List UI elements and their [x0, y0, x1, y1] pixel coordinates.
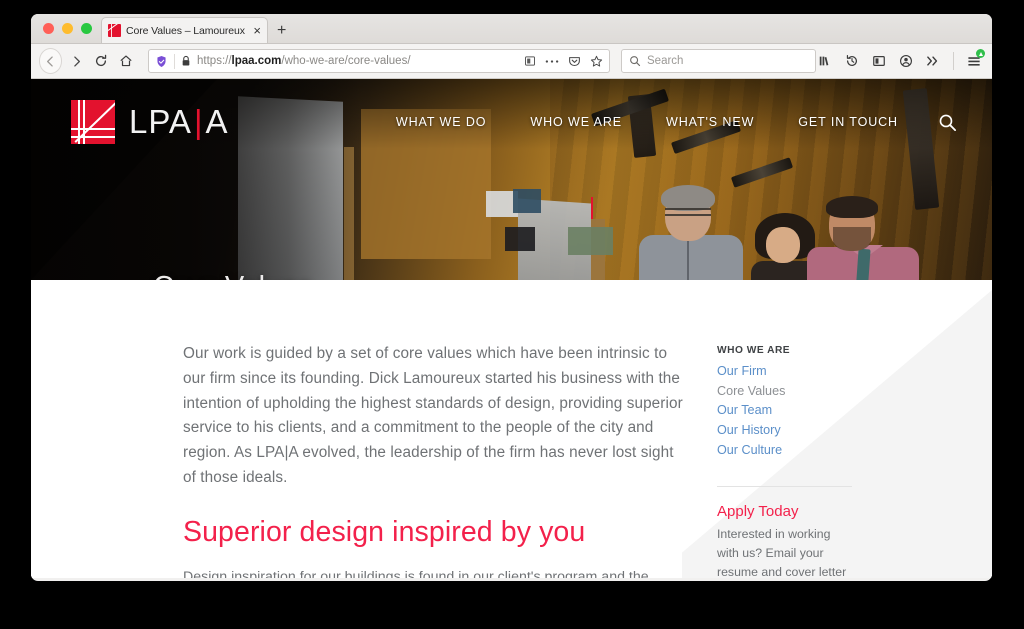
window-controls — [43, 23, 92, 34]
intro-paragraph: Our work is guided by a set of core valu… — [183, 345, 683, 486]
close-window-button[interactable] — [43, 23, 54, 34]
sidebar-divider — [717, 486, 852, 488]
browser-window: Core Values – Lamoureux Pag × + — [31, 14, 992, 581]
logo-letters-right: A — [205, 103, 229, 140]
sidebar-item-our-history[interactable]: Our History — [717, 421, 897, 440]
url-domain: lpaa.com — [231, 55, 282, 67]
home-button[interactable] — [115, 48, 138, 74]
main-navigation: WHAT WE DO WHO WE ARE WHAT'S NEW GET IN … — [374, 111, 992, 133]
nav-item-whats-new[interactable]: WHAT'S NEW — [644, 115, 776, 129]
lock-icon[interactable] — [181, 55, 191, 67]
new-tab-button[interactable]: + — [277, 23, 286, 39]
account-icon[interactable] — [899, 54, 913, 68]
sidebar-item-our-firm[interactable]: Our Firm — [717, 362, 897, 381]
site-logo-text: LPA | A — [129, 103, 229, 141]
nav-item-what-we-do[interactable]: WHAT WE DO — [374, 115, 508, 129]
tab-title: Core Values – Lamoureux Pag — [126, 24, 246, 37]
apply-today-title: Apply Today — [717, 503, 799, 521]
logo-letters-left: LPA — [129, 103, 192, 140]
nav-item-get-in-touch[interactable]: GET IN TOUCH — [776, 115, 920, 129]
url-text: https://lpaa.com/who-we-are/core-values/ — [197, 55, 514, 67]
sidebar-icon[interactable] — [872, 54, 886, 68]
back-button[interactable] — [39, 48, 63, 74]
history-icon[interactable] — [845, 54, 859, 68]
url-scheme: https:// — [197, 55, 232, 67]
person-man-gray-shirt — [639, 185, 743, 280]
forward-button[interactable] — [64, 48, 87, 74]
toolbar-right-icons — [818, 49, 986, 70]
search-placeholder: Search — [647, 55, 684, 67]
bookmark-star-icon[interactable] — [590, 55, 603, 68]
lpaa-favicon — [108, 24, 121, 37]
nav-active-indicator — [591, 197, 593, 219]
site-header: LPA | A WHAT WE DO WHO WE ARE WHAT'S NEW G… — [31, 79, 992, 165]
lpaa-logo-mark — [71, 100, 115, 144]
site-logo[interactable]: LPA | A — [71, 100, 229, 144]
apply-today-text: Interested in working with us? Email you… — [717, 527, 847, 578]
address-bar[interactable]: https://lpaa.com/who-we-are/core-values/ — [148, 49, 611, 73]
content-column: Our work is guided by a set of core valu… — [183, 342, 683, 578]
search-icon — [629, 55, 641, 67]
close-tab-button[interactable]: × — [251, 24, 263, 37]
body-paragraph: Design inspiration for our buildings is … — [183, 568, 649, 578]
library-icon[interactable] — [818, 54, 832, 68]
page-viewport: LPA | A WHAT WE DO WHO WE ARE WHAT'S NEW G… — [31, 79, 992, 578]
sidebar: WHO WE ARE Our Firm Core Values Our Team… — [717, 342, 897, 578]
page-title: Core Values — [153, 271, 313, 280]
address-bar-icons — [524, 55, 603, 68]
sidebar-item-core-values[interactable]: Core Values — [717, 382, 897, 401]
logo-pipe: | — [193, 103, 204, 140]
reader-mode-icon[interactable] — [524, 55, 536, 67]
page-actions-icon[interactable] — [545, 59, 559, 64]
section-headline: Superior design inspired by you — [183, 515, 586, 548]
tracking-protection-shield-icon[interactable] — [155, 55, 168, 68]
hero-section: LPA | A WHAT WE DO WHO WE ARE WHAT'S NEW G… — [31, 79, 992, 280]
minimize-window-button[interactable] — [62, 23, 73, 34]
toolbar-divider — [953, 52, 955, 70]
maximize-window-button[interactable] — [81, 23, 92, 34]
sidebar-kicker: WHO WE ARE — [717, 345, 791, 356]
search-icon[interactable] — [936, 111, 958, 133]
nav-item-who-we-are[interactable]: WHO WE ARE — [508, 115, 644, 129]
hamburger-menu-icon[interactable] — [967, 49, 986, 68]
overflow-chevrons-icon[interactable] — [926, 55, 940, 67]
sidebar-item-our-team[interactable]: Our Team — [717, 401, 897, 420]
pocket-icon[interactable] — [568, 55, 581, 68]
person-man-pink-shirt — [807, 196, 919, 280]
download-badge-icon — [976, 49, 986, 58]
sidebar-item-our-culture[interactable]: Our Culture — [717, 441, 897, 460]
url-path: /who-we-are/core-values/ — [281, 55, 411, 67]
search-bar[interactable]: Search — [621, 49, 817, 73]
browser-tab[interactable]: Core Values – Lamoureux Pag × — [101, 17, 268, 43]
url-divider — [174, 53, 176, 69]
tab-strip: Core Values – Lamoureux Pag × + — [31, 14, 992, 44]
main-content: Our work is guided by a set of core valu… — [31, 280, 992, 578]
reload-button[interactable] — [90, 48, 113, 74]
browser-toolbar: https://lpaa.com/who-we-are/core-values/ — [31, 44, 992, 79]
